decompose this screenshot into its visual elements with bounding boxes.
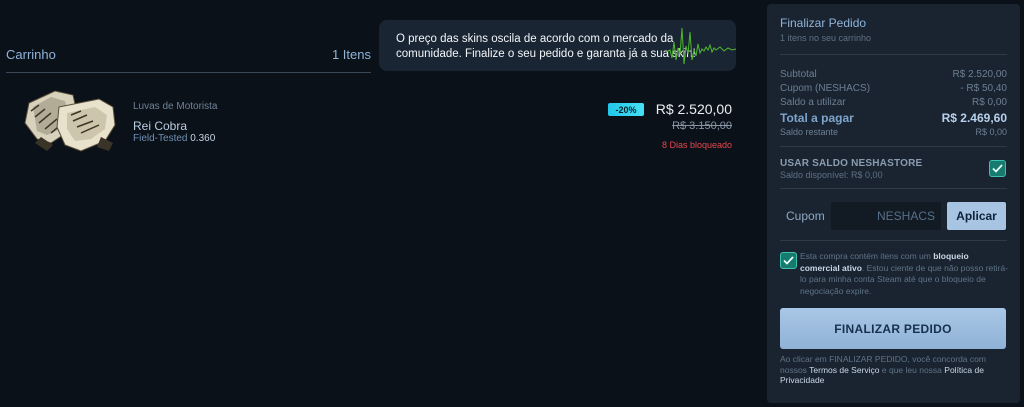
row-value: R$ 0,00 bbox=[971, 97, 1007, 108]
use-balance-checkbox[interactable] bbox=[989, 160, 1006, 177]
subtotal-row: Subtotal R$ 2.520,00 bbox=[780, 69, 1007, 80]
item-old-price: R$ 3.150,00 bbox=[672, 120, 732, 132]
apply-coupon-button[interactable]: Aplicar bbox=[947, 202, 1006, 230]
remaining-value: R$ 0,00 bbox=[975, 127, 1007, 137]
divider bbox=[780, 188, 1007, 189]
coupon-label: Cupom bbox=[786, 209, 825, 223]
divider bbox=[780, 54, 1007, 55]
item-image bbox=[24, 90, 116, 152]
market-graph-icon bbox=[666, 27, 736, 65]
available-balance: Saldo disponível: R$ 0,00 bbox=[780, 170, 883, 180]
summary-title: Finalizar Pedido bbox=[780, 16, 867, 30]
cart-item-count: 1 Itens bbox=[331, 47, 371, 62]
total-row: Total a pagar R$ 2.469,60 bbox=[780, 111, 1007, 125]
row-value: R$ 2.520,00 bbox=[952, 69, 1008, 80]
check-icon bbox=[992, 164, 1003, 173]
remaining-label: Saldo restante bbox=[780, 127, 839, 137]
item-name[interactable]: Rei Cobra bbox=[133, 119, 187, 133]
use-balance-label: USAR SALDO NESHASTORE bbox=[780, 158, 923, 169]
finalize-order-button[interactable]: FINALIZAR PEDIDO bbox=[780, 308, 1006, 349]
trade-lock-terms: Esta compra contém itens com um bloqueio… bbox=[800, 251, 1008, 297]
item-wear-label: Field-Tested bbox=[133, 133, 188, 144]
cart-title: Carrinho bbox=[6, 47, 56, 62]
row-label: Saldo a utilizar bbox=[780, 97, 846, 108]
remaining-balance-row: Saldo restante R$ 0,00 bbox=[780, 127, 1007, 137]
item-category: Luvas de Motorista bbox=[133, 101, 218, 112]
item-float: 0.360 bbox=[190, 133, 216, 144]
balance-use-row: Saldo a utilizar R$ 0,00 bbox=[780, 97, 1007, 108]
terms-text: Esta compra contém itens com um bbox=[800, 251, 934, 261]
total-value: R$ 2.469,60 bbox=[941, 111, 1007, 125]
cart-header: Carrinho 1 Itens bbox=[6, 47, 371, 73]
banner-text: O preço das skins oscila de acordo com o… bbox=[396, 33, 696, 60]
trade-lock-status: 8 Dias bloqueado bbox=[661, 140, 732, 150]
row-label: Subtotal bbox=[780, 69, 817, 80]
terms-of-service-link[interactable]: Termos de Serviço bbox=[809, 365, 879, 375]
terms-checkbox[interactable] bbox=[780, 252, 797, 269]
divider bbox=[780, 146, 1007, 147]
coupon-input[interactable] bbox=[831, 202, 941, 230]
item-wear: Field-Tested 0.360 bbox=[133, 133, 215, 144]
divider bbox=[780, 240, 1007, 241]
check-icon bbox=[783, 256, 794, 265]
order-summary-panel: Finalizar Pedido 1 itens no seu carrinho… bbox=[767, 4, 1020, 403]
discount-badge: -20% bbox=[608, 103, 644, 116]
coupon-row: Cupom (NESHACS) - R$ 50,40 bbox=[780, 83, 1007, 94]
legal-notice: Ao clicar em FINALIZAR PEDIDO, você conc… bbox=[780, 354, 1010, 386]
row-value: - R$ 50,40 bbox=[960, 83, 1007, 94]
legal-text-mid: e que leu nossa bbox=[879, 364, 945, 375]
row-label: Cupom (NESHACS) bbox=[780, 83, 871, 94]
summary-subtitle: 1 itens no seu carrinho bbox=[780, 33, 872, 43]
price-fluctuation-banner: O preço das skins oscila de acordo com o… bbox=[379, 20, 736, 71]
total-label: Total a pagar bbox=[780, 111, 854, 125]
item-price: R$ 2.520,00 bbox=[655, 101, 732, 117]
